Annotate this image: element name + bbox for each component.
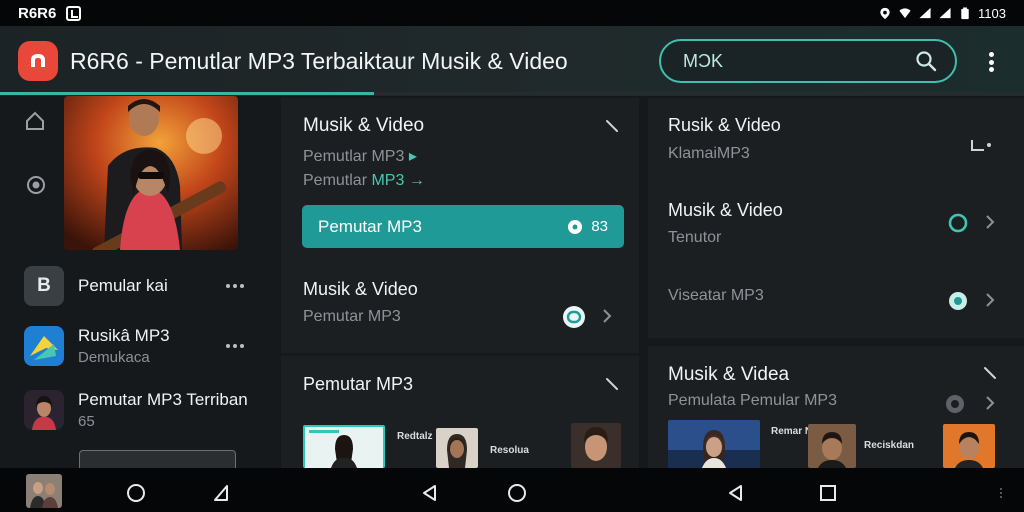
video-thumbnail[interactable] [436,428,478,468]
video-thumbnail[interactable] [571,423,621,468]
record-small-icon[interactable] [947,290,969,312]
list-item-subtitle: Demukaca [78,349,150,366]
app-title: R6R6 - Pemutlar MP3 Terbaiktaur Musik & … [70,47,568,74]
chevron-right-icon[interactable] [985,214,995,230]
panel-line[interactable]: Pemutlar MP3 ▸ [303,146,417,166]
more-icon[interactable] [226,284,244,288]
search-field[interactable]: MƆK [659,39,957,83]
thumb-letter: B [37,275,51,296]
panel-line-text: Pemutlar MP3 [303,148,405,165]
progress-track [0,92,1024,95]
arrow-right-icon: ▸ [404,148,417,165]
more-icon[interactable] [226,344,244,348]
recent-app-thumbnail[interactable] [26,474,62,508]
chevron-right-icon[interactable] [985,292,995,308]
video-thumbnail[interactable] [808,424,856,468]
app-bar: R6R6 - Pemutlar MP3 Terbaiktaur Musik & … [0,26,1024,96]
home-icon[interactable] [24,110,46,132]
record-icon[interactable] [25,174,47,196]
list-item[interactable]: Rusikâ MP3 Demukaca [24,326,244,366]
panel-title: Musik & Video [668,200,783,220]
expand-icon[interactable] [983,366,997,380]
portrait-image [943,424,995,468]
signal-icon [919,7,931,18]
portrait-thumb-image [24,390,64,430]
share-icon[interactable] [970,136,994,154]
clock: 1103 [978,5,1006,21]
home-icon[interactable] [507,483,527,503]
app-thumb-image [24,326,64,366]
list-item-thumb [24,326,64,366]
chevron-right-icon[interactable] [602,308,612,324]
location-icon [880,7,890,19]
panel-line[interactable]: Pemutlar MP3 → [303,172,425,190]
thumb-label: Reciskdan [864,440,915,451]
video-thumbnail[interactable] [303,425,385,468]
recent-app-image [26,474,62,508]
panel-subtitle: Tenutor [668,229,722,246]
panel-title: Musik & Video [303,115,425,136]
back-icon[interactable] [420,483,440,503]
carrier-label: R6R6 [18,4,57,22]
status-bar: R6R6 1103 [0,0,1024,26]
disc-icon [568,219,583,234]
video-thumbnail-image [305,427,383,468]
back-icon-2[interactable] [726,483,746,503]
search-small-icon[interactable] [947,212,969,234]
panel-subtitle: Pemulata Pemular MP3 [668,392,837,409]
nav-overflow-icon[interactable] [998,486,1004,500]
list-item-subtitle: 65 [78,413,95,430]
app-logo[interactable] [18,41,58,81]
progress-fill [0,92,374,95]
portrait-image [571,423,621,468]
play-mp3-button[interactable]: Pemutar MP3 83 [302,205,624,248]
list-item-title: Pemular kai [78,276,168,295]
portrait-image [808,424,856,468]
notification-icon [66,5,82,21]
wifi-icon [899,7,911,18]
toggle-icon[interactable] [562,305,586,329]
arrow-right-icon: → [404,172,425,189]
featured-artwork-image [64,96,238,250]
battery-icon [961,6,969,19]
recents-icon[interactable] [818,483,838,503]
panel-line-accent: MP3 [371,172,405,189]
list-item[interactable]: B Pemular kai [24,266,244,306]
panel-title: Musik & Video [303,279,418,299]
video-thumbnail[interactable] [943,424,995,468]
list-item-title: Pemutar MP3 Terriban [78,390,248,409]
featured-artwork[interactable] [64,96,238,250]
list-item-thumb [24,390,64,430]
thumb-label: Redtalz [397,431,433,442]
panel-title: Pemutar MP3 [303,374,414,394]
play-count: 83 [591,218,608,235]
list-item-thumb: B [24,266,64,306]
thumb-label: Resolua [490,445,529,456]
play-mp3-button-label: Pemutar MP3 [318,216,422,236]
panel-subtitle: KlamaiMP3 [668,145,750,162]
video-thumbnail[interactable] [668,420,760,468]
panel-subtitle: Pemutar MP3 [303,308,401,325]
portrait-image [436,428,478,468]
back-nav-icon[interactable] [211,483,231,503]
list-item-title: Rusikâ MP3 [78,326,170,345]
overflow-menu-icon[interactable] [983,48,999,76]
portrait-image [668,420,760,468]
system-navigation-bar [0,468,1024,512]
panel-subtitle: Viseatar MP3 [668,287,764,304]
panel-title: Musik & Videa [668,364,790,385]
home-nav-icon[interactable] [126,483,146,503]
disc-icon[interactable] [944,393,966,415]
list-item[interactable]: Pemutar MP3 Terriban 65 [24,390,248,430]
search-input[interactable]: MƆK [683,51,915,72]
signal-icon-2 [939,7,951,18]
expand-icon[interactable] [605,377,619,391]
expand-icon[interactable] [605,119,619,133]
chevron-right-icon[interactable] [985,395,995,411]
app-logo-icon [31,54,45,67]
search-icon[interactable] [915,50,937,72]
panel-line-prefix: Pemutlar [303,172,372,189]
panel-title: Rusik & Video [668,115,781,135]
